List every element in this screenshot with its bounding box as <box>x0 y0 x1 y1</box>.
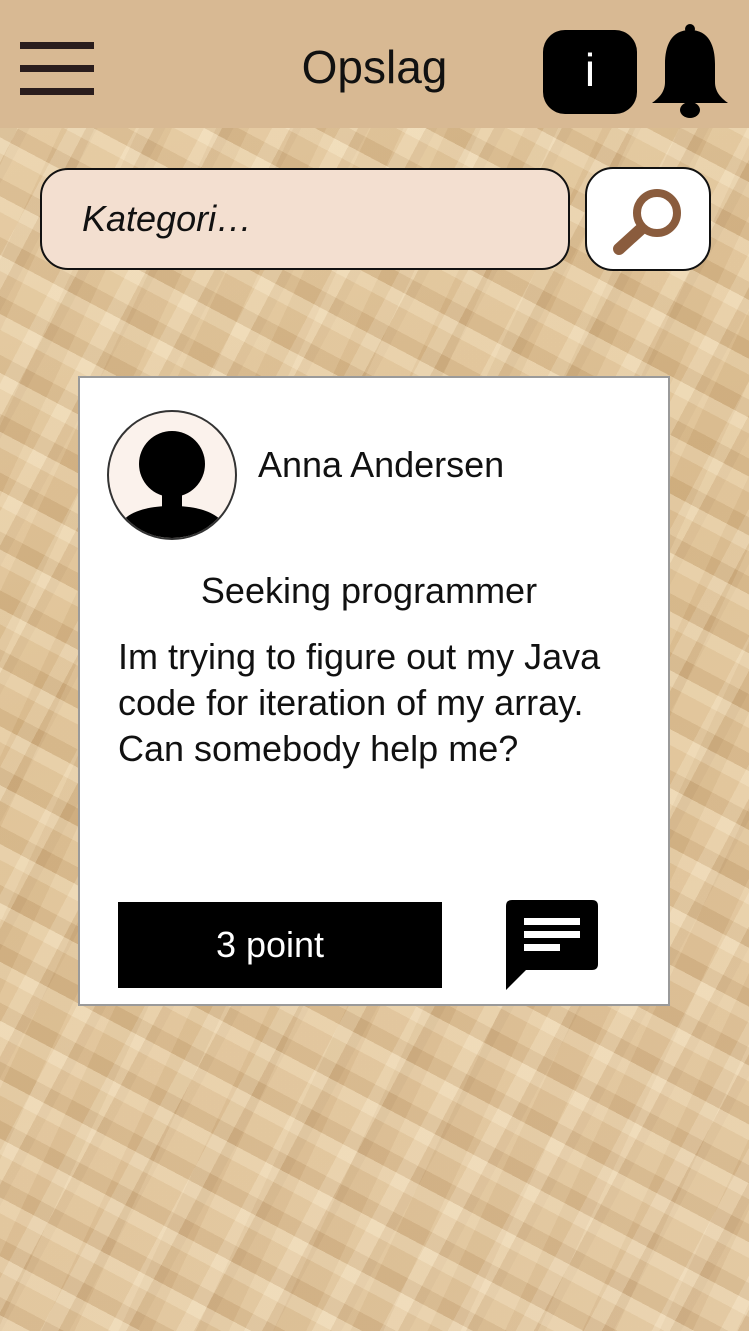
bell-icon[interactable] <box>649 22 731 120</box>
category-search-input[interactable] <box>40 168 570 270</box>
magnifier-icon <box>613 189 681 255</box>
post-title: Seeking programmer <box>200 570 538 611</box>
info-button[interactable]: i <box>543 30 637 114</box>
avatar <box>107 410 237 540</box>
top-bar: Opslag i <box>0 0 749 128</box>
search-button[interactable] <box>585 167 711 271</box>
post-body: Im trying to figure out my Java code for… <box>118 636 601 769</box>
points-badge[interactable]: 3 point <box>118 902 442 988</box>
post-author: Anna Andersen <box>258 444 505 485</box>
user-silhouette-icon <box>115 431 229 538</box>
post-card[interactable]: Anna Andersen Seeking programmer Im tryi… <box>78 376 670 1006</box>
comment-icon[interactable] <box>504 898 600 992</box>
